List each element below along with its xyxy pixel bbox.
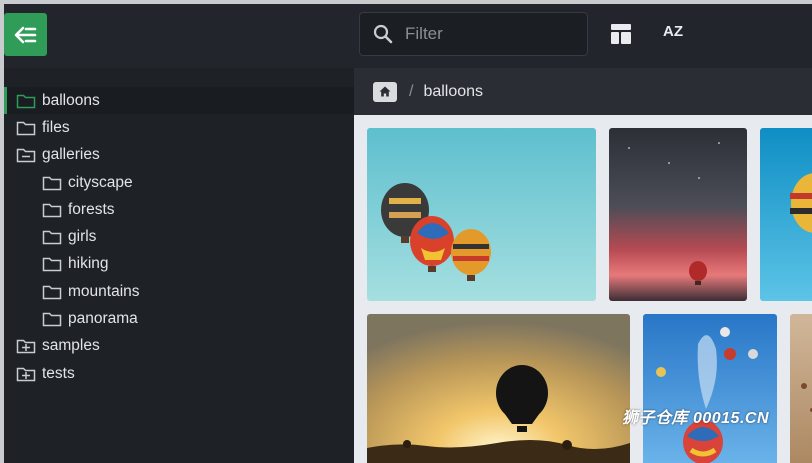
folder-item-hiking[interactable]: hiking (4, 251, 354, 278)
breadcrumb-home-button[interactable] (373, 81, 397, 102)
folder-label: files (42, 118, 70, 136)
folder-icon (42, 284, 62, 300)
gallery-image[interactable] (609, 128, 747, 301)
sidebar: balloons files galleries cityscape fores… (4, 4, 354, 463)
folder-tree: balloons files galleries cityscape fores… (4, 87, 354, 387)
gallery-image[interactable] (367, 128, 596, 301)
layout-grid-icon (611, 24, 631, 44)
folder-item-mountains[interactable]: mountains (4, 278, 354, 305)
folder-label: panorama (68, 310, 138, 328)
folder-item-balloons[interactable]: balloons (4, 87, 354, 115)
top-toolbar: AZ (354, 4, 812, 68)
watermark-text: 狮子仓库 00015.CN (622, 410, 769, 427)
folder-item-forests[interactable]: forests (4, 196, 354, 223)
folder-plus-icon (16, 338, 36, 354)
arrow-left-collapse-icon (14, 26, 36, 43)
folder-label: balloons (42, 91, 100, 109)
folder-item-tests[interactable]: tests (4, 360, 354, 387)
folder-label: mountains (68, 282, 140, 300)
folder-icon (42, 229, 62, 245)
breadcrumb: / balloons (354, 68, 812, 115)
filter-box[interactable] (359, 12, 588, 56)
folder-item-girls[interactable]: girls (4, 223, 354, 250)
folder-icon (16, 120, 36, 136)
gallery-image[interactable] (760, 128, 812, 301)
folder-item-samples[interactable]: samples (4, 333, 354, 360)
folder-minus-icon (16, 147, 36, 163)
folder-label: tests (42, 364, 75, 382)
gallery-image[interactable] (643, 314, 777, 463)
folder-label: samples (42, 337, 100, 355)
folder-label: galleries (42, 146, 100, 164)
filter-input[interactable] (403, 23, 577, 45)
sidebar-header (4, 4, 354, 68)
gallery-image[interactable] (367, 314, 630, 463)
folder-plus-icon (16, 366, 36, 382)
folder-icon (16, 93, 36, 109)
breadcrumb-current: balloons (423, 82, 484, 100)
folder-item-galleries[interactable]: galleries (4, 142, 354, 169)
gallery-image[interactable] (790, 314, 812, 463)
folder-item-panorama[interactable]: panorama (4, 305, 354, 332)
collapse-sidebar-button[interactable] (4, 13, 47, 56)
folder-icon (42, 175, 62, 191)
sort-az-button[interactable]: AZ (663, 23, 683, 40)
sort-label: AZ (663, 23, 683, 40)
folder-icon (42, 311, 62, 327)
folder-label: forests (68, 200, 115, 218)
folder-item-cityscape[interactable]: cityscape (4, 169, 354, 196)
layout-toggle-button[interactable] (610, 23, 632, 45)
search-icon (373, 24, 393, 44)
folder-label: girls (68, 228, 97, 246)
folder-label: cityscape (68, 173, 133, 191)
folder-icon (42, 256, 62, 272)
breadcrumb-separator: / (409, 82, 414, 100)
folder-label: hiking (68, 255, 109, 273)
home-icon (379, 86, 391, 97)
folder-item-files[interactable]: files (4, 114, 354, 141)
folder-icon (42, 202, 62, 218)
